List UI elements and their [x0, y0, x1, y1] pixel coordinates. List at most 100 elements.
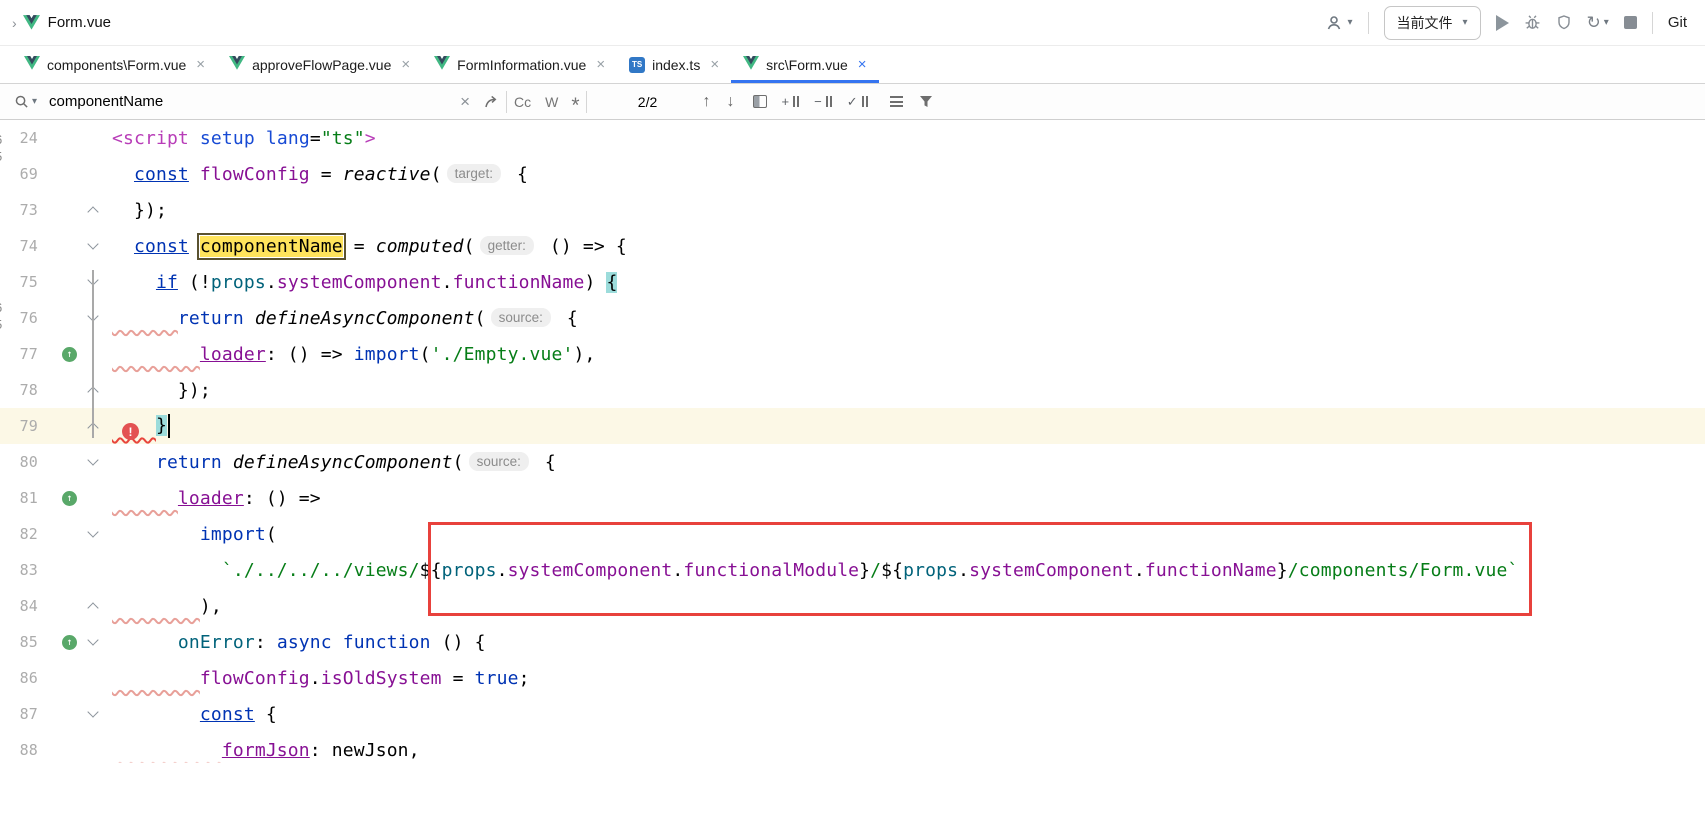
tab-index.ts[interactable]: TSindex.ts× — [617, 46, 731, 83]
whole-words-toggle[interactable]: W — [545, 94, 558, 110]
code-line-74[interactable]: 74 const componentName = computed(getter… — [0, 228, 1705, 264]
code-line-86[interactable]: 86 flowConfig.isOldSystem = true; — [0, 660, 1705, 696]
code-text[interactable]: import( — [106, 524, 277, 545]
fold-down-icon[interactable] — [87, 706, 98, 717]
code-line-69[interactable]: 69 const flowConfig = reactive(target: { — [0, 156, 1705, 192]
fold-down-icon[interactable] — [87, 238, 98, 249]
line-number[interactable]: 80 — [0, 453, 46, 471]
tab-close-icon[interactable]: × — [401, 56, 410, 73]
code-text[interactable]: const componentName = computed(getter: (… — [106, 236, 627, 257]
code-line-78[interactable]: 78 }); — [0, 372, 1705, 408]
coverage-button[interactable] — [1556, 14, 1572, 31]
select-all-matches-icon[interactable] — [753, 95, 767, 108]
code-line-80[interactable]: 80 return defineAsyncComponent(source: { — [0, 444, 1705, 480]
run-button[interactable] — [1496, 15, 1509, 31]
line-number[interactable]: 81 — [0, 489, 46, 507]
line-number[interactable]: 82 — [0, 525, 46, 543]
code-text[interactable]: flowConfig.isOldSystem = true; — [106, 668, 530, 689]
fold-up-icon[interactable] — [87, 602, 98, 613]
filter-lines-icon[interactable] — [890, 96, 903, 107]
tab-forminformation.vue[interactable]: FormInformation.vue× — [422, 46, 617, 83]
line-number[interactable]: 69 — [0, 165, 46, 183]
fold-gutter — [80, 712, 106, 716]
fold-up-icon[interactable] — [87, 206, 98, 217]
shield-icon — [1556, 14, 1572, 31]
navigate-up-gutter-icon[interactable]: ↑ — [62, 347, 77, 362]
search-input[interactable]: ▾ componentName × — [14, 92, 506, 112]
tab-src-form.vue[interactable]: src\Form.vue× — [731, 46, 878, 83]
git-toolwindow-button[interactable]: Git — [1668, 14, 1687, 31]
add-occurrence-icon[interactable]: + — [782, 94, 800, 109]
code-text[interactable]: formJson: newJson, — [106, 740, 420, 761]
next-match-button[interactable]: ↓ — [727, 93, 735, 111]
code-text[interactable]: return defineAsyncComponent(source: { — [106, 308, 578, 329]
debug-button[interactable] — [1524, 14, 1541, 31]
line-number[interactable]: 83 — [0, 561, 46, 579]
code-line-24[interactable]: 24<script setup lang="ts"> — [0, 120, 1705, 156]
line-number[interactable]: 85 — [0, 633, 46, 651]
code-line-85[interactable]: 85 ↑ onError: async function () { — [0, 624, 1705, 660]
select-occurrences-icon[interactable]: ✓ — [847, 94, 868, 110]
remove-occurrence-icon[interactable]: − — [814, 94, 832, 109]
code-text[interactable]: const { — [106, 704, 277, 725]
code-line-81[interactable]: 81 ↑ loader: () => — [0, 480, 1705, 516]
code-line-76[interactable]: 76 return defineAsyncComponent(source: { — [0, 300, 1705, 336]
code-line-73[interactable]: 73 }); — [0, 192, 1705, 228]
code-text[interactable]: ), — [106, 596, 222, 617]
tab-components-form.vue[interactable]: components\Form.vue× — [12, 46, 217, 83]
rerun-button[interactable]: ↻ ▾ — [1587, 13, 1609, 33]
match-case-toggle[interactable]: Cc — [514, 94, 531, 110]
code-text[interactable]: }! — [106, 414, 170, 438]
line-number[interactable]: 79 — [0, 417, 46, 435]
code-line-77[interactable]: 77 ↑ loader: () => import('./Empty.vue'), — [0, 336, 1705, 372]
run-config-selector[interactable]: 当前文件 ▾ — [1384, 6, 1481, 40]
code-text[interactable]: onError: async function () { — [106, 632, 486, 653]
code-text[interactable]: loader: () => — [106, 488, 321, 509]
navigate-up-gutter-icon[interactable]: ↑ — [62, 635, 77, 650]
tab-close-icon[interactable]: × — [196, 56, 205, 73]
tab-close-icon[interactable]: × — [858, 56, 867, 73]
code-text[interactable]: <script setup lang="ts"> — [106, 128, 376, 149]
code-text[interactable]: const flowConfig = reactive(target: { — [106, 164, 528, 185]
search-icon[interactable]: ▾ — [14, 94, 37, 109]
editor[interactable]: 24<script setup lang="ts">69 const flowC… — [0, 120, 1705, 768]
fold-down-icon[interactable] — [87, 634, 98, 645]
navigate-up-gutter-icon[interactable]: ↑ — [62, 491, 77, 506]
code-line-75[interactable]: 75 if (!props.systemComponent.functionNa… — [0, 264, 1705, 300]
code-line-87[interactable]: 87 const { — [0, 696, 1705, 732]
code-text[interactable]: }); — [106, 200, 167, 221]
regex-toggle[interactable]: * — [571, 94, 579, 118]
code-line-88[interactable]: 88 formJson: newJson, — [0, 732, 1705, 768]
line-number[interactable]: 84 — [0, 597, 46, 615]
line-number[interactable]: 73 — [0, 201, 46, 219]
gutter: ↑ — [46, 635, 80, 650]
clear-search-icon[interactable]: × — [460, 92, 470, 112]
previous-match-button[interactable]: ↑ — [703, 93, 711, 111]
line-number[interactable]: 87 — [0, 705, 46, 723]
window-title: Form.vue — [48, 14, 111, 31]
search-query-text[interactable]: componentName — [49, 93, 460, 110]
code-text[interactable]: return defineAsyncComponent(source: { — [106, 452, 556, 473]
code-line-79[interactable]: 79 }! — [0, 408, 1705, 444]
tab-approveflowpage.vue[interactable]: approveFlowPage.vue× — [217, 46, 422, 83]
fold-down-icon[interactable] — [87, 526, 98, 537]
insert-newline-icon[interactable] — [484, 95, 500, 109]
tab-label: index.ts — [652, 57, 700, 73]
fold-down-icon[interactable] — [87, 454, 98, 465]
line-number[interactable]: 78 — [0, 381, 46, 399]
stop-button[interactable] — [1624, 16, 1637, 29]
annotation-highlight-box — [428, 522, 1532, 616]
line-number[interactable]: 74 — [0, 237, 46, 255]
code-text[interactable]: if (!props.systemComponent.functionName)… — [106, 272, 617, 293]
code-text[interactable]: loader: () => import('./Empty.vue'), — [106, 344, 595, 365]
line-number[interactable]: 86 — [0, 669, 46, 687]
line-number[interactable]: 75 — [0, 273, 46, 291]
code-text[interactable]: }); — [106, 380, 211, 401]
line-number[interactable]: 77 — [0, 345, 46, 363]
filter-icon[interactable] — [919, 95, 933, 108]
line-number[interactable]: 88 — [0, 741, 46, 759]
tab-close-icon[interactable]: × — [596, 56, 605, 73]
tab-close-icon[interactable]: × — [710, 56, 719, 73]
error-gutter-icon[interactable]: ! — [122, 423, 139, 440]
user-button[interactable]: ▾ — [1325, 15, 1352, 31]
